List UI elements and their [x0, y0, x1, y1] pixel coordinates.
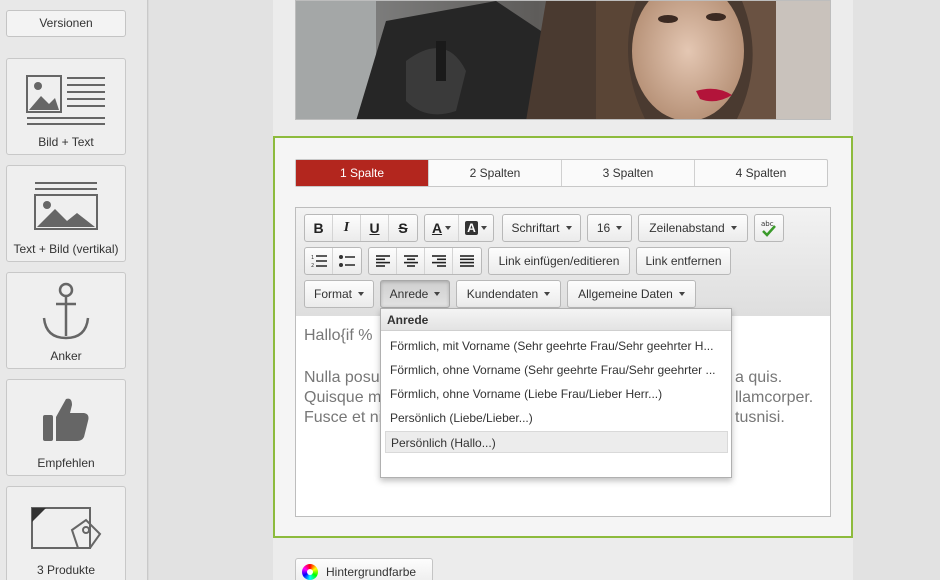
bold-button[interactable]: B [305, 215, 333, 241]
salutation-menu-header: Anrede [381, 309, 731, 331]
menu-item-formal-without-firstname[interactable]: Förmlich, ohne Vorname (Sehr geehrte Fra… [385, 359, 728, 381]
bullet-list-icon [339, 255, 355, 267]
products-tag-icon [31, 507, 102, 549]
align-justify-icon [460, 255, 474, 267]
highlight-icon: A [465, 221, 478, 235]
spellcheck-icon: abc [761, 220, 776, 237]
tile-label: Text + Bild (vertikal) [13, 242, 119, 256]
chevron-down-icon [616, 226, 623, 230]
format-dropdown[interactable]: Format [304, 280, 374, 308]
tile-text-image-vertical[interactable]: Text + Bild (vertikal) [6, 165, 126, 262]
tile-recommend[interactable]: Empfehlen [6, 379, 126, 476]
underline-icon: U [369, 220, 380, 236]
customer-data-label: Kundendaten [466, 287, 539, 301]
font-color-icon: A [431, 220, 443, 236]
editor-text-line: Nulla posuc [304, 369, 388, 386]
svg-text:1: 1 [311, 255, 314, 261]
chevron-down-icon [565, 226, 572, 230]
strikethrough-button[interactable]: S [389, 215, 417, 241]
menu-item-personal-hallo[interactable]: Persönlich (Hallo...) [385, 431, 728, 453]
font-color-button[interactable]: A [425, 215, 459, 241]
bold-icon: B [313, 220, 324, 236]
tab-3-columns[interactable]: 3 Spalten [562, 160, 695, 186]
alignment-group [368, 247, 482, 275]
customer-data-dropdown[interactable]: Kundendaten [456, 280, 561, 308]
text-image-vertical-icon [34, 182, 98, 230]
menu-item-formal-liebe[interactable]: Förmlich, ohne Vorname (Liebe Frau/Liebe… [385, 383, 728, 405]
insert-link-button[interactable]: Link einfügen/editieren [488, 247, 630, 275]
align-justify-button[interactable] [453, 248, 481, 274]
align-left-button[interactable] [369, 248, 397, 274]
font-family-dropdown[interactable]: Schriftart [502, 214, 581, 242]
general-data-dropdown[interactable]: Allgemeine Daten [567, 280, 696, 308]
chevron-down-icon [730, 226, 737, 230]
line-height-dropdown[interactable]: Zeilenabstand [638, 214, 748, 242]
strikethrough-icon: S [398, 220, 408, 236]
salutation-menu: Anrede Förmlich, mit Vorname (Sehr geehr… [380, 308, 732, 478]
editor-text-line: llamcorper. [735, 389, 814, 406]
editor-text-line: Quisque m [304, 389, 382, 406]
chevron-down-icon [678, 292, 685, 296]
thumbs-up-icon [43, 398, 89, 441]
editor-text-line: Hallo{if % [304, 327, 373, 344]
align-right-icon [431, 255, 446, 267]
chevron-down-icon [544, 292, 551, 296]
color-group: A A [424, 214, 494, 242]
chevron-down-icon [480, 226, 487, 230]
align-center-button[interactable] [397, 248, 425, 274]
editor-text-line: a quis. [735, 369, 783, 386]
format-label: Format [313, 287, 352, 301]
tile-anchor[interactable]: Anker [6, 272, 126, 369]
versions-button[interactable]: Versionen [6, 10, 126, 37]
tile-label: Empfehlen [37, 456, 95, 470]
spellcheck-button[interactable]: abc [754, 214, 784, 242]
salutation-dropdown[interactable]: Anrede [380, 280, 450, 308]
tile-label: Bild + Text [38, 135, 94, 149]
tab-1-column[interactable]: 1 Spalte [296, 160, 429, 186]
color-wheel-icon [302, 564, 318, 580]
menu-item-formal-with-firstname[interactable]: Förmlich, mit Vorname (Sehr geehrte Frau… [385, 335, 728, 357]
text-style-group: B I U S [304, 214, 418, 242]
salutation-label: Anrede [389, 287, 429, 301]
menu-item-personal-liebe[interactable]: Persönlich (Liebe/Lieber...) [385, 407, 728, 429]
svg-text:abc: abc [761, 220, 774, 228]
font-size-dropdown[interactable]: 16 [587, 214, 632, 242]
editor-text-line: Fusce et ni [304, 409, 383, 426]
editor-text-line: tusnisi. [735, 409, 785, 426]
chevron-down-icon [445, 226, 452, 230]
font-family-label: Schriftart [511, 221, 560, 235]
background-color-label: Hintergrundfarbe [326, 565, 417, 579]
image-text-icon [26, 75, 105, 125]
font-size-label: 16 [596, 221, 611, 235]
svg-text:2: 2 [311, 263, 314, 268]
background-color-button[interactable]: A [459, 215, 493, 241]
tile-label: Anker [50, 349, 82, 363]
chevron-down-icon [434, 292, 441, 296]
align-right-button[interactable] [425, 248, 453, 274]
underline-button[interactable]: U [361, 215, 389, 241]
anchor-icon [42, 282, 90, 340]
line-height-label: Zeilenabstand [649, 221, 725, 235]
element-sidebar: Versionen Bild + Text Text + Bild (verti… [0, 0, 148, 580]
column-tabs: 1 Spalte 2 Spalten 3 Spalten 4 Spalten [295, 159, 828, 187]
bullet-list-button[interactable] [333, 248, 361, 274]
tab-4-columns[interactable]: 4 Spalten [695, 160, 827, 186]
remove-link-button[interactable]: Link entfernen [636, 247, 731, 275]
tile-image-text[interactable]: Bild + Text [6, 58, 126, 155]
tile-three-products[interactable]: 3 Produkte [6, 486, 126, 580]
align-left-icon [375, 255, 390, 267]
header-photo[interactable] [295, 0, 831, 120]
ordered-list-icon: 1 2 [311, 255, 327, 268]
list-group: 1 2 [304, 247, 362, 275]
tile-label: 3 Produkte [36, 563, 96, 577]
general-data-label: Allgemeine Daten [578, 287, 673, 301]
ordered-list-button[interactable]: 1 2 [305, 248, 333, 274]
tab-2-columns[interactable]: 2 Spalten [429, 160, 562, 186]
chevron-down-icon [358, 292, 364, 296]
italic-button[interactable]: I [333, 215, 361, 241]
background-color-picker-button[interactable]: Hintergrundfarbe [295, 558, 433, 580]
italic-icon: I [343, 220, 350, 235]
align-center-icon [403, 255, 418, 267]
